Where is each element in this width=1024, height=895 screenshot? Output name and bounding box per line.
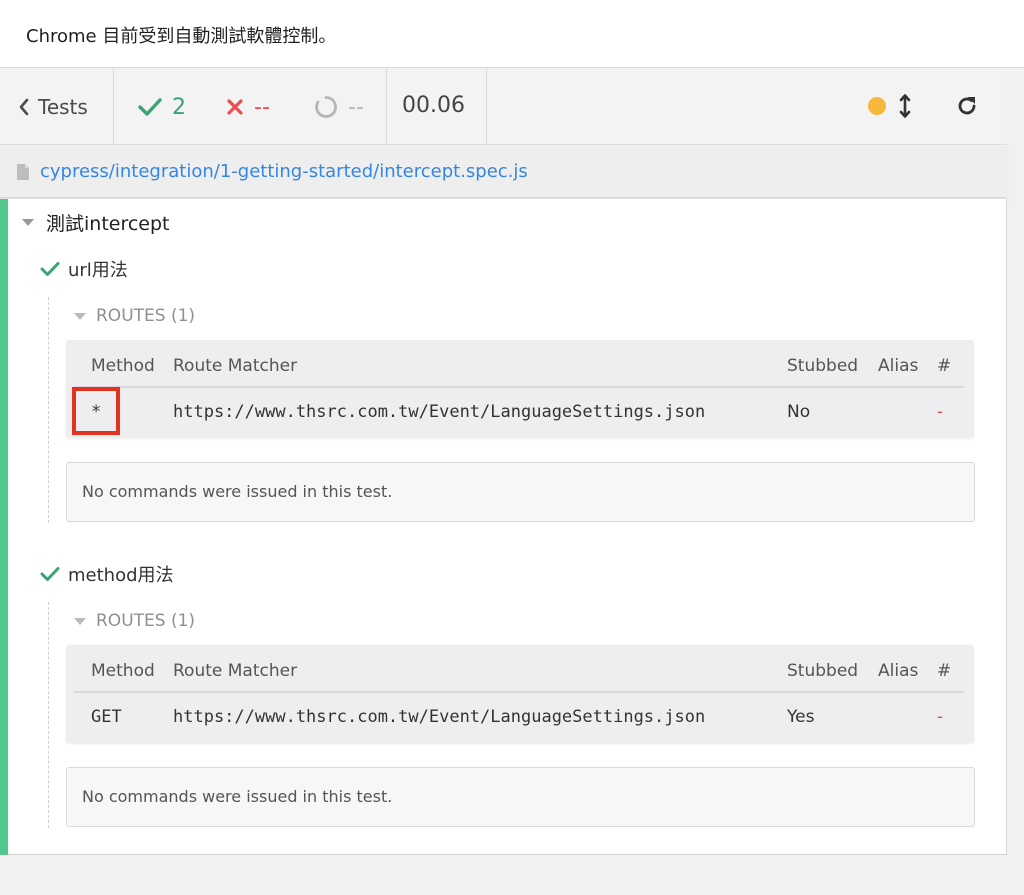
tests-label: Tests (38, 95, 88, 119)
no-commands-message: No commands were issued in this test. (82, 482, 393, 501)
divider (386, 69, 387, 145)
suite-status-bar (0, 199, 8, 855)
spec-file-link[interactable]: cypress/integration/1-getting-started/in… (40, 161, 528, 182)
passed-count-value: 2 (172, 94, 186, 120)
no-commands-message: No commands were issued in this test. (82, 787, 393, 806)
routes-label: ROUTES (1) (96, 306, 196, 326)
redo-icon[interactable] (955, 94, 979, 118)
divider (113, 69, 114, 145)
pending-count: -- (314, 93, 364, 121)
column-header-method: Method (91, 661, 155, 681)
circle-notch-icon (315, 96, 337, 118)
automation-notice: Chrome 目前受到自動測試軟體控制。 (26, 26, 337, 47)
test-title-label: method用法 (68, 565, 174, 586)
table-divider (74, 691, 964, 693)
no-commands-box: No commands were issued in this test. (66, 767, 975, 827)
route-stubbed: Yes (787, 707, 815, 727)
routes-table: Method Route Matcher Stubbed Alias # GET… (66, 645, 974, 743)
caret-down-icon (22, 219, 34, 226)
routes-label: ROUTES (1) (96, 611, 196, 631)
column-header-method: Method (91, 356, 155, 376)
column-header-stubbed: Stubbed (787, 356, 859, 376)
duration: 00.06 (402, 93, 465, 118)
column-header-route-matcher: Route Matcher (173, 661, 298, 681)
route-count: - (937, 402, 944, 422)
pending-count-value: -- (348, 94, 364, 120)
route-matcher: https://www.thsrc.com.tw/Event/LanguageS… (173, 402, 706, 422)
route-method: GET (91, 707, 122, 727)
routes-toggle[interactable]: ROUTES (1) (74, 611, 195, 631)
route-stubbed: No (787, 402, 811, 422)
reporter-stats-bar: Tests 2 -- -- 00.06 (0, 69, 1007, 145)
check-icon (40, 262, 60, 276)
test-title-url[interactable]: url用法 (40, 256, 128, 282)
column-header-count: # (937, 661, 952, 681)
divider (486, 69, 487, 145)
caret-down-icon (74, 617, 86, 625)
chevron-left-icon (19, 98, 29, 116)
column-header-count: # (937, 356, 952, 376)
check-icon (138, 98, 162, 116)
routes-toggle[interactable]: ROUTES (1) (74, 306, 195, 326)
column-header-alias: Alias (878, 661, 919, 681)
tests-back-button[interactable]: Tests (18, 93, 88, 121)
route-count: - (937, 707, 944, 727)
route-matcher: https://www.thsrc.com.tw/Event/LanguageS… (173, 707, 706, 727)
column-header-route-matcher: Route Matcher (173, 356, 298, 376)
indent-guide (48, 297, 49, 523)
failed-count-value: -- (254, 94, 270, 120)
passed-count: 2 (138, 93, 186, 121)
failed-count: -- (226, 93, 270, 121)
test-title-label: url用法 (68, 260, 128, 281)
check-icon (40, 567, 60, 581)
column-header-stubbed: Stubbed (787, 661, 859, 681)
file-icon (17, 164, 29, 180)
suite-panel: 測試intercept url用法 ROUTES (1) Method Rout… (0, 199, 1007, 855)
status-dot-icon (868, 97, 886, 115)
indent-guide (48, 602, 49, 828)
x-icon (227, 99, 243, 115)
suite-title[interactable]: 測試intercept (22, 209, 170, 236)
automation-infobar: Chrome 目前受到自動測試軟體控制。 (0, 0, 1024, 68)
caret-down-icon (74, 312, 86, 320)
column-header-alias: Alias (878, 356, 919, 376)
spec-file-bar: cypress/integration/1-getting-started/in… (0, 146, 1007, 198)
arrows-v-icon[interactable] (895, 93, 915, 119)
highlight-box (72, 387, 120, 435)
no-commands-box: No commands were issued in this test. (66, 462, 975, 522)
routes-table: Method Route Matcher Stubbed Alias # * h… (66, 340, 974, 438)
suite-title-label: 測試intercept (46, 213, 170, 235)
test-title-method[interactable]: method用法 (40, 561, 174, 587)
table-divider (74, 386, 964, 388)
